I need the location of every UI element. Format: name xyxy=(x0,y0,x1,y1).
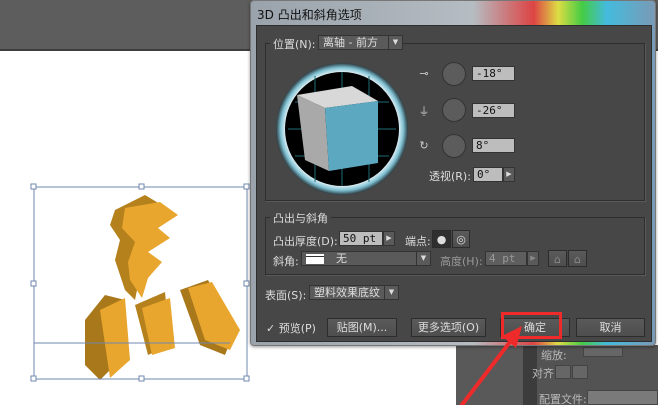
extrude-depth-input[interactable]: 50 pt xyxy=(339,231,383,246)
extrude-depth-slider-button[interactable]: ▶ xyxy=(383,231,395,246)
align-right-button[interactable] xyxy=(572,365,588,379)
extruded-glyph-shape xyxy=(85,195,240,380)
chevron-down-icon: ▼ xyxy=(388,36,402,49)
cancel-button[interactable]: 取消 xyxy=(576,318,645,337)
preview-checkbox[interactable]: ✓ 预览(P) xyxy=(266,320,316,336)
cap-on-icon: ● xyxy=(436,233,447,246)
rotate-x-input[interactable]: -18° xyxy=(472,66,515,81)
extrude-bevel-label: 凸出与斜角 xyxy=(270,210,331,226)
height-slider-button[interactable]: ▶ xyxy=(527,251,539,266)
scale-field[interactable] xyxy=(583,347,623,357)
chevron-down-icon: ▼ xyxy=(384,286,398,299)
bevel-shape-swatch xyxy=(306,254,324,264)
surface-value: 塑料效果底纹 xyxy=(314,286,380,299)
position-dropdown[interactable]: 离轴 - 前方 ▼ xyxy=(318,35,403,50)
cube-front-face xyxy=(325,101,378,171)
extrude-depth-label: 凸出厚度(D): xyxy=(273,235,338,248)
cap-on-button[interactable]: ● xyxy=(432,230,451,248)
bevel-value: 无 xyxy=(336,252,347,265)
cap-off-button[interactable]: ◎ xyxy=(452,230,470,248)
scale-label: 缩放: xyxy=(541,349,567,362)
red-arrow-annotation xyxy=(459,326,522,405)
rotate-z-dial[interactable] xyxy=(442,134,466,158)
perspective-label: 透视(R): xyxy=(429,170,471,183)
bevel-in-icon: ⌂ xyxy=(574,253,581,266)
height-input[interactable]: 4 pt xyxy=(485,251,527,266)
trackball-preview[interactable] xyxy=(275,62,409,196)
position-value: 离轴 - 前方 xyxy=(323,36,378,49)
dialog-body: 位置(N): 离轴 - 前方 ▼ ⊸ -18° ⏚ -26° ↻ 8° 透视(R… xyxy=(256,25,652,342)
bevel-label: 斜角: xyxy=(273,255,299,268)
rotate-x-dial[interactable] xyxy=(442,62,466,86)
profile-field[interactable] xyxy=(587,390,658,405)
rotate-y-dial[interactable] xyxy=(442,98,466,122)
chevron-down-icon: ▼ xyxy=(416,252,430,265)
rotate-y-icon: ⏚ xyxy=(418,105,430,118)
rotate-y-input[interactable]: -26° xyxy=(472,103,515,118)
rotate-z-input[interactable]: 8° xyxy=(472,138,515,153)
rotate-x-icon: ⊸ xyxy=(419,67,429,80)
align-left-button[interactable] xyxy=(555,365,571,379)
bevel-dropdown[interactable]: 无 ▼ xyxy=(301,251,431,266)
bevel-out-icon: ⌂ xyxy=(554,253,561,266)
surface-dropdown[interactable]: 塑料效果底纹 ▼ xyxy=(309,285,399,300)
preview-label: 预览(P) xyxy=(278,322,316,335)
bevel-out-button[interactable]: ⌂ xyxy=(548,250,567,267)
3d-text-artwork[interactable] xyxy=(30,180,260,390)
bevel-in-button[interactable]: ⌂ xyxy=(568,250,587,267)
rotate-z-icon: ↻ xyxy=(419,139,429,152)
surface-label: 表面(S): xyxy=(265,289,307,302)
dialog-title: 3D 凸出和斜角选项 xyxy=(257,8,362,22)
perspective-input[interactable]: 0° xyxy=(473,167,503,182)
cap-label: 端点: xyxy=(405,235,431,248)
3d-extrude-bevel-dialog: 3D 凸出和斜角选项 位置(N): 离轴 - 前方 ▼ ⊸ -18° ⏚ -26… xyxy=(250,0,656,346)
map-button[interactable]: 贴图(M)... xyxy=(327,318,397,337)
cap-off-icon: ◎ xyxy=(456,233,466,246)
position-label: 位置(N): xyxy=(270,36,319,52)
properties-panel: 缩放: 对齐: 配置文件: xyxy=(532,345,658,406)
height-label: 高度(H): xyxy=(440,255,483,268)
perspective-slider-button[interactable]: ▶ xyxy=(503,167,515,182)
checkmark-icon: ✓ xyxy=(266,322,276,335)
